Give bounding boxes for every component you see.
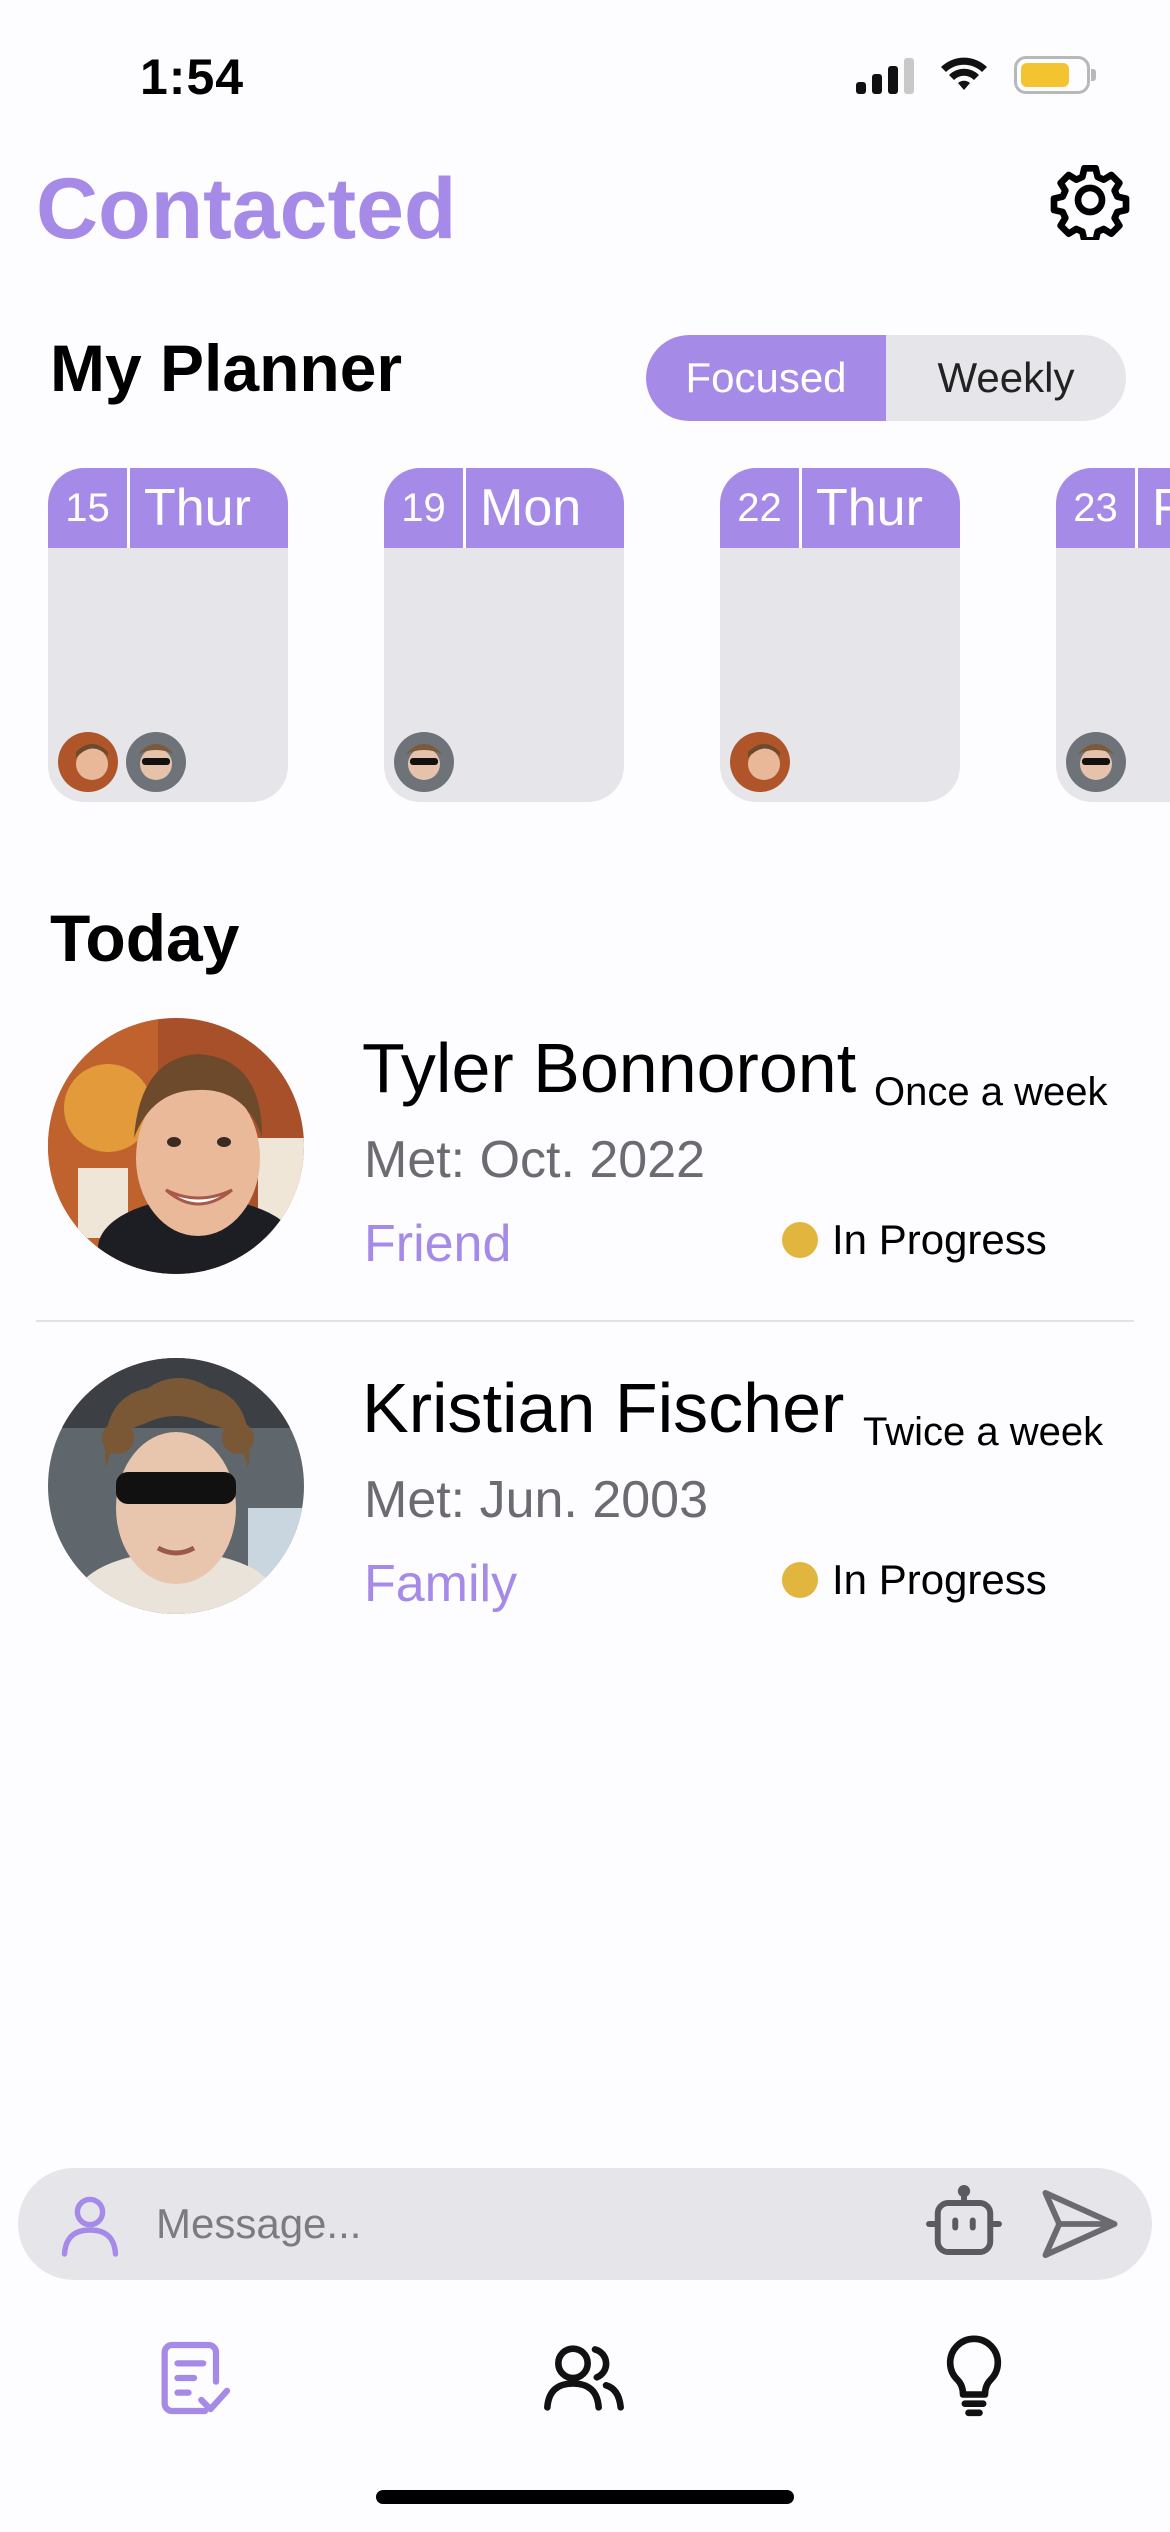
status-badge: In Progress [782, 1556, 1047, 1604]
robot-icon[interactable] [922, 2182, 1006, 2266]
people-icon[interactable] [540, 2334, 628, 2422]
status-badge: In Progress [782, 1216, 1047, 1264]
divider [36, 1320, 1134, 1322]
mode-weekly[interactable]: Weekly [886, 335, 1126, 421]
send-icon[interactable] [1038, 2186, 1122, 2262]
contact-row[interactable]: Kristian Fischer Twice a week Met: Jun. … [0, 1358, 1170, 1698]
avatar [126, 732, 186, 792]
mode-segmented-control[interactable]: Focused Weekly [646, 335, 1126, 421]
contact-met-date: Met: Oct. 2022 [364, 1131, 706, 1189]
avatar [394, 732, 454, 792]
day-name: Fri [1152, 479, 1170, 537]
contact-name: Tyler Bonnoront [362, 1029, 857, 1107]
day-card[interactable]: 19 Mon [384, 468, 624, 802]
day-number: 22 [720, 468, 802, 548]
status-dot [782, 1222, 818, 1258]
day-number: 15 [48, 468, 130, 548]
day-name: Thur [144, 479, 251, 537]
day-number: 23 [1056, 468, 1138, 548]
signal-icon [856, 56, 914, 94]
status-time: 1:54 [140, 49, 245, 105]
day-card[interactable]: 15 Thur [48, 468, 288, 802]
mode-focused[interactable]: Focused [646, 335, 886, 421]
message-input[interactable] [156, 2194, 916, 2254]
contact-relationship: Friend [364, 1215, 512, 1273]
contact-relationship: Family [364, 1555, 518, 1613]
screen: 1:54 Contacted My Planner Focused Weekly… [0, 0, 1170, 2532]
battery-icon [1014, 56, 1096, 94]
contact-met-date: Met: Jun. 2003 [364, 1471, 708, 1529]
today-title: Today [50, 901, 240, 975]
avatar [48, 1358, 304, 1614]
checklist-icon[interactable] [150, 2334, 238, 2422]
planner-strip[interactable]: 15Thur 19Mon 22Thur 23Fri [0, 468, 1170, 804]
person-icon[interactable] [54, 2188, 126, 2260]
gear-icon[interactable] [1050, 160, 1130, 240]
planner-title: My Planner [50, 331, 403, 405]
contact-frequency: Twice a week [863, 1410, 1104, 1454]
contact-row[interactable]: Tyler Bonnoront Once a week Met: Oct. 20… [0, 1018, 1170, 1358]
contact-name: Kristian Fischer [362, 1369, 845, 1447]
avatar [730, 732, 790, 792]
app-title: Contacted [36, 161, 457, 257]
home-indicator[interactable] [376, 2490, 794, 2504]
wifi-icon [941, 57, 987, 90]
avatar [58, 732, 118, 792]
status-label: In Progress [832, 1216, 1047, 1263]
day-name: Thur [816, 479, 923, 537]
avatar [48, 1018, 304, 1274]
status-dot [782, 1562, 818, 1598]
day-card[interactable]: 23 Fri [1056, 468, 1170, 802]
status-icons [856, 56, 1096, 94]
status-label: In Progress [832, 1556, 1047, 1603]
day-card[interactable]: 22 Thur [720, 468, 960, 802]
avatar [1066, 732, 1126, 792]
lightbulb-icon[interactable] [930, 2334, 1018, 2422]
message-bar [18, 2168, 1152, 2280]
day-name: Mon [480, 479, 582, 537]
day-number: 19 [384, 468, 466, 548]
contact-frequency: Once a week [874, 1070, 1108, 1114]
